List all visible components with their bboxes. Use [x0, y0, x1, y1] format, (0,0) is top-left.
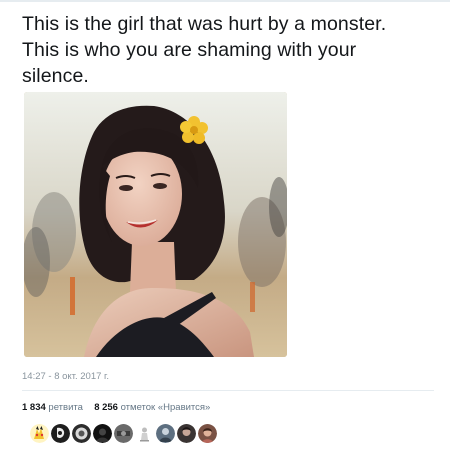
tweet-text: This is the girl that was hurt by a mons…: [22, 11, 437, 89]
liker-avatar[interactable]: [177, 423, 196, 443]
like-label[interactable]: отметок «Нравится»: [121, 402, 211, 413]
tweet-text-line: This is the girl that was hurt by a mons…: [22, 13, 387, 35]
tweet-text-line: This is who you are shaming with your: [22, 39, 357, 61]
liker-avatars: [30, 422, 219, 444]
liker-avatar[interactable]: [114, 423, 133, 443]
tweet-timestamp[interactable]: 14:27 - 8 окт. 2017 г.: [22, 371, 109, 382]
like-count[interactable]: 8 256: [94, 402, 118, 413]
liker-avatar[interactable]: [30, 423, 49, 443]
tweet-photo[interactable]: [24, 92, 287, 357]
retweet-count[interactable]: 1 834: [22, 402, 46, 413]
liker-avatar[interactable]: [135, 423, 154, 443]
top-divider: [0, 0, 450, 2]
retweet-label[interactable]: ретвита: [48, 402, 82, 413]
liker-avatar[interactable]: [198, 423, 217, 443]
liker-avatar[interactable]: [156, 423, 175, 443]
stats-divider: [22, 390, 434, 391]
tweet-stats: 1 834 ретвита 8 256 отметок «Нравится»: [22, 402, 210, 413]
tweet-text-line: silence.: [22, 65, 89, 87]
photo-illustration: [24, 92, 287, 357]
liker-avatar[interactable]: [72, 423, 91, 443]
liker-avatar[interactable]: [93, 423, 112, 443]
liker-avatar[interactable]: [51, 423, 70, 443]
